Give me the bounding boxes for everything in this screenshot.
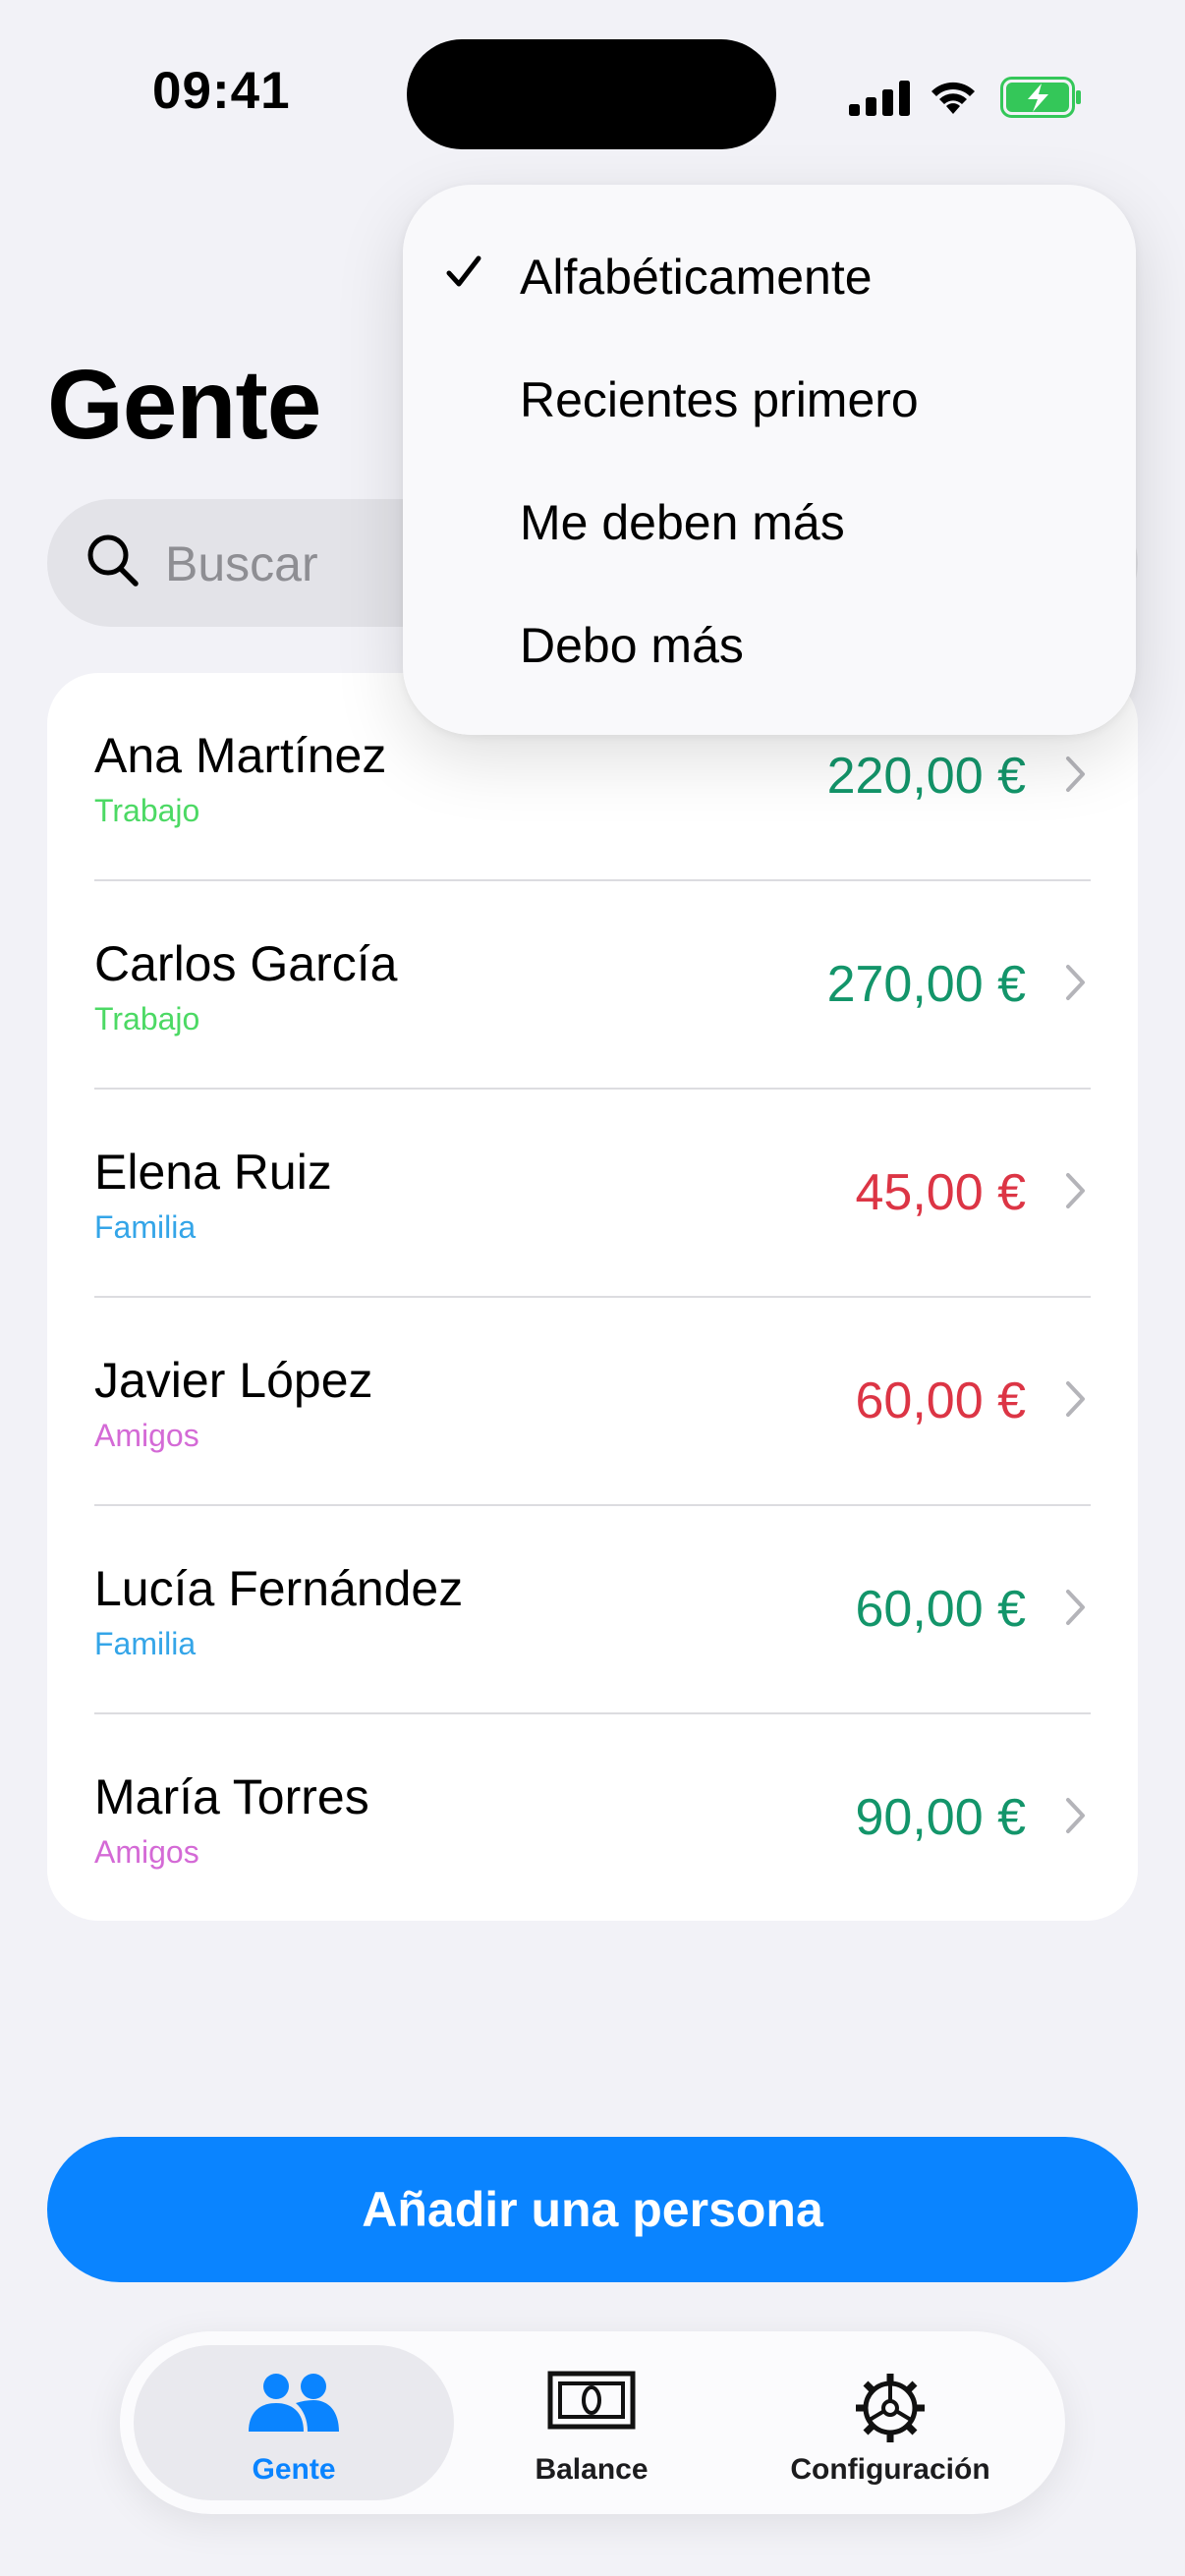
tab-label: Configuración	[790, 2453, 990, 2486]
balance-amount: 90,00 €	[855, 1789, 1027, 1846]
person-tag: Trabajo	[94, 1001, 200, 1036]
search-icon	[87, 534, 139, 587]
tab-configuracion[interactable]: Configuración	[729, 2345, 1051, 2500]
person-name: Javier López	[94, 1353, 373, 1408]
chevron-right-icon	[1066, 1798, 1085, 1833]
people-icon	[249, 2374, 339, 2432]
person-row-lucia-fernandez[interactable]: Lucía Fernández Familia 60,00 €	[47, 1506, 1138, 1714]
people-list: Ana Martínez Trabajo 220,00 € Carlos Gar…	[47, 673, 1138, 1921]
balance-amount: 270,00 €	[826, 956, 1026, 1013]
checkmark-icon	[446, 255, 481, 287]
sort-option-recent-first[interactable]: Recientes primero	[403, 336, 1136, 459]
chevron-right-icon	[1066, 965, 1085, 1000]
person-row-maria-torres[interactable]: María Torres Amigos 90,00 €	[47, 1714, 1138, 1921]
sort-option-label: Alfabéticamente	[520, 250, 873, 305]
sort-option-alphabetical[interactable]: Alfabéticamente	[403, 213, 1136, 336]
balance-amount: 45,00 €	[855, 1164, 1027, 1221]
dynamic-island	[407, 39, 776, 149]
tab-bar: Gente Balance Configuración	[120, 2331, 1065, 2514]
banknote-icon	[547, 2371, 636, 2430]
sort-option-owe-most[interactable]: Debo más	[403, 582, 1136, 704]
tab-label: Balance	[535, 2453, 649, 2486]
sort-option-label: Me deben más	[520, 495, 845, 550]
person-tag: Amigos	[94, 1834, 199, 1870]
sort-option-label: Recientes primero	[520, 372, 919, 427]
person-name: María Torres	[94, 1769, 369, 1824]
add-person-button[interactable]: Añadir una persona	[47, 2137, 1138, 2282]
status-time: 09:41	[152, 62, 291, 120]
gear-icon	[856, 2374, 925, 2442]
sort-option-owed-most[interactable]: Me deben más	[403, 459, 1136, 582]
person-name: Lucía Fernández	[94, 1561, 464, 1616]
chevron-right-icon	[1066, 1590, 1085, 1625]
person-name: Elena Ruiz	[94, 1145, 332, 1200]
person-tag: Amigos	[94, 1418, 199, 1453]
sort-option-label: Debo más	[520, 618, 744, 673]
page-title: Gente	[47, 350, 321, 460]
person-name: Carlos García	[94, 936, 398, 991]
chevron-right-icon	[1066, 1173, 1085, 1208]
person-tag: Familia	[94, 1626, 197, 1661]
sort-menu: Alfabéticamente Recientes primero Me deb…	[403, 185, 1136, 735]
balance-amount: 220,00 €	[826, 748, 1026, 805]
tab-balance[interactable]: Balance	[466, 2345, 717, 2500]
person-name: Ana Martínez	[94, 728, 387, 783]
chevron-right-icon	[1066, 756, 1085, 792]
tab-label: Gente	[252, 2453, 336, 2486]
battery-charging-icon	[1000, 77, 1081, 118]
person-row-carlos-garcia[interactable]: Carlos García Trabajo 270,00 €	[47, 881, 1138, 1090]
cellular-signal-icon	[849, 81, 910, 116]
wifi-icon	[931, 82, 975, 114]
person-tag: Trabajo	[94, 793, 200, 828]
balance-amount: 60,00 €	[855, 1372, 1027, 1429]
tab-gente[interactable]: Gente	[134, 2345, 454, 2500]
person-tag: Familia	[94, 1209, 197, 1245]
person-row-javier-lopez[interactable]: Javier López Amigos 60,00 €	[47, 1298, 1138, 1506]
person-row-elena-ruiz[interactable]: Elena Ruiz Familia 45,00 €	[47, 1090, 1138, 1298]
chevron-right-icon	[1066, 1381, 1085, 1417]
balance-amount: 60,00 €	[855, 1581, 1027, 1638]
